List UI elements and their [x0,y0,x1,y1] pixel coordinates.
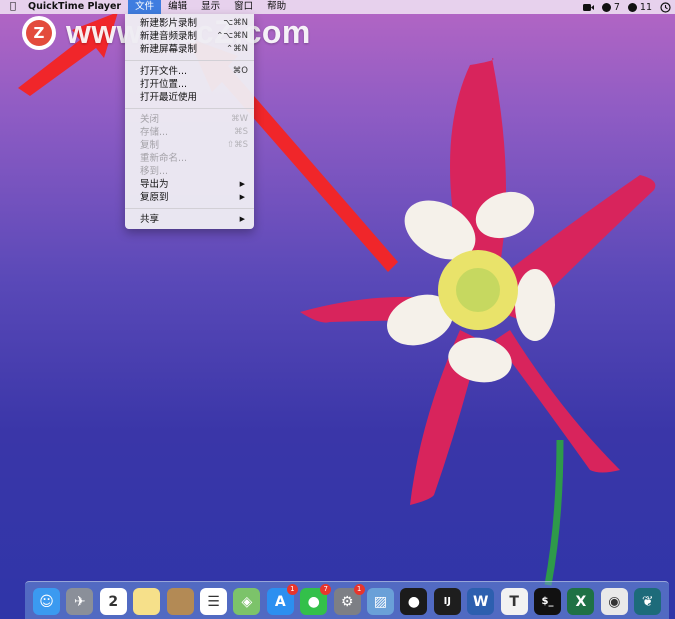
terminal-icon[interactable]: $_ [534,588,561,615]
status-notification-item[interactable]: 7 [601,1,620,13]
reminders-icon[interactable]: ☰ [200,588,227,615]
contacts-icon[interactable] [166,588,194,615]
menu-item-new-screen-recording[interactable]: 新建屏幕录制 ⌃⌘N [125,43,254,56]
intellij-icon[interactable]: IJ [433,588,461,615]
app-store-icon[interactable]: A1 [266,584,298,615]
app-menu-quicktime[interactable]: QuickTime Player [22,0,128,14]
notification-badge: 1 [286,584,298,595]
time-machine-icon[interactable] [660,1,671,13]
menu-item-open-location[interactable]: 打开位置... [125,78,254,91]
menu-item-open-file[interactable]: 打开文件... ⌘O [125,65,254,78]
menu-help[interactable]: 帮助 [260,0,293,14]
menu-separator [125,60,254,61]
notification-badge: 1 [353,584,365,595]
status-camera-icon[interactable] [582,3,594,12]
menu-item-duplicate[interactable]: 复制 ⇧⌘S [125,139,254,152]
desktop-wallpaper: Z www.MacZ.com  QuickTime Player 文件 编辑 … [0,0,675,619]
menu-window[interactable]: 窗口 [227,0,260,14]
macz-logo: Z [22,15,56,50]
submenu-arrow-icon: ▶ [239,180,245,188]
maps-icon[interactable]: ◈ [233,588,261,615]
chrome-icon[interactable]: ◉ [600,588,628,615]
finder-icon[interactable]: ☺ [33,588,60,615]
menu-item-rename[interactable]: 重新命名... [125,152,254,165]
menu-separator [125,208,254,209]
menu-item-share[interactable]: 共享 ▶ [125,213,254,226]
menu-item-move-to[interactable]: 移到... [125,165,254,178]
dock: ☺ ✈ 2 ☰ ◈ A 1 ● 7 ⚙ 1 ▨ ● IJ W T $_ X ◉ ❦ [25,581,669,619]
submenu-arrow-icon: ▶ [239,215,245,223]
account-icon [627,2,637,12]
calendar-icon[interactable]: 2 [99,588,127,615]
menu-file[interactable]: 文件 [128,0,162,14]
submenu-arrow-icon: ▶ [239,193,245,201]
typora-icon[interactable]: T [500,588,528,615]
menu-item-save[interactable]: 存储... ⌘S [125,126,254,139]
system-preferences-icon[interactable]: ⚙ 1 [333,584,365,615]
flower-wallpaper-art [18,12,656,586]
status-area: 7 11 [582,0,671,14]
menu-item-new-movie-recording[interactable]: 新建影片录制 ⌥⌘N [125,17,254,30]
qq-icon[interactable]: ● [400,588,428,615]
word-icon[interactable]: W [467,588,495,615]
menu-item-new-audio-recording[interactable]: 新建音频录制 ⌃⌥⌘N [125,30,254,43]
wechat-icon[interactable]: ● 7 [300,584,332,615]
preview-icon[interactable]: ▨ [367,588,394,615]
menu-view[interactable]: 显示 [194,0,227,14]
tree-app-icon[interactable]: ❦ [634,588,662,615]
notification-count: 7 [613,1,620,13]
notes-icon[interactable] [133,588,161,615]
menu-item-close[interactable]: 关闭 ⌘W [125,113,254,126]
menu-edit[interactable]: 编辑 [161,0,194,14]
status-account-item[interactable]: 11 [627,1,652,13]
menu-separator [125,108,254,109]
launchpad-icon[interactable]: ✈ [66,588,94,615]
apple-menu-icon[interactable]:  [0,0,22,14]
menu-item-revert-to[interactable]: 复原到 ▶ [125,191,254,204]
account-count: 11 [639,1,652,13]
notification-badge: 7 [320,584,332,595]
menu-bar:  QuickTime Player 文件 编辑 显示 窗口 帮助 7 11 [0,0,675,14]
file-menu-dropdown: 新建影片录制 ⌥⌘N 新建音频录制 ⌃⌥⌘N 新建屏幕录制 ⌃⌘N 打开文件..… [125,14,254,229]
menu-item-export-as[interactable]: 导出为 ▶ [125,178,254,191]
logo-letter: Z [26,19,52,46]
notification-icon [601,2,611,12]
menu-item-open-recent[interactable]: 打开最近使用 [125,91,254,104]
excel-icon[interactable]: X [567,588,595,615]
